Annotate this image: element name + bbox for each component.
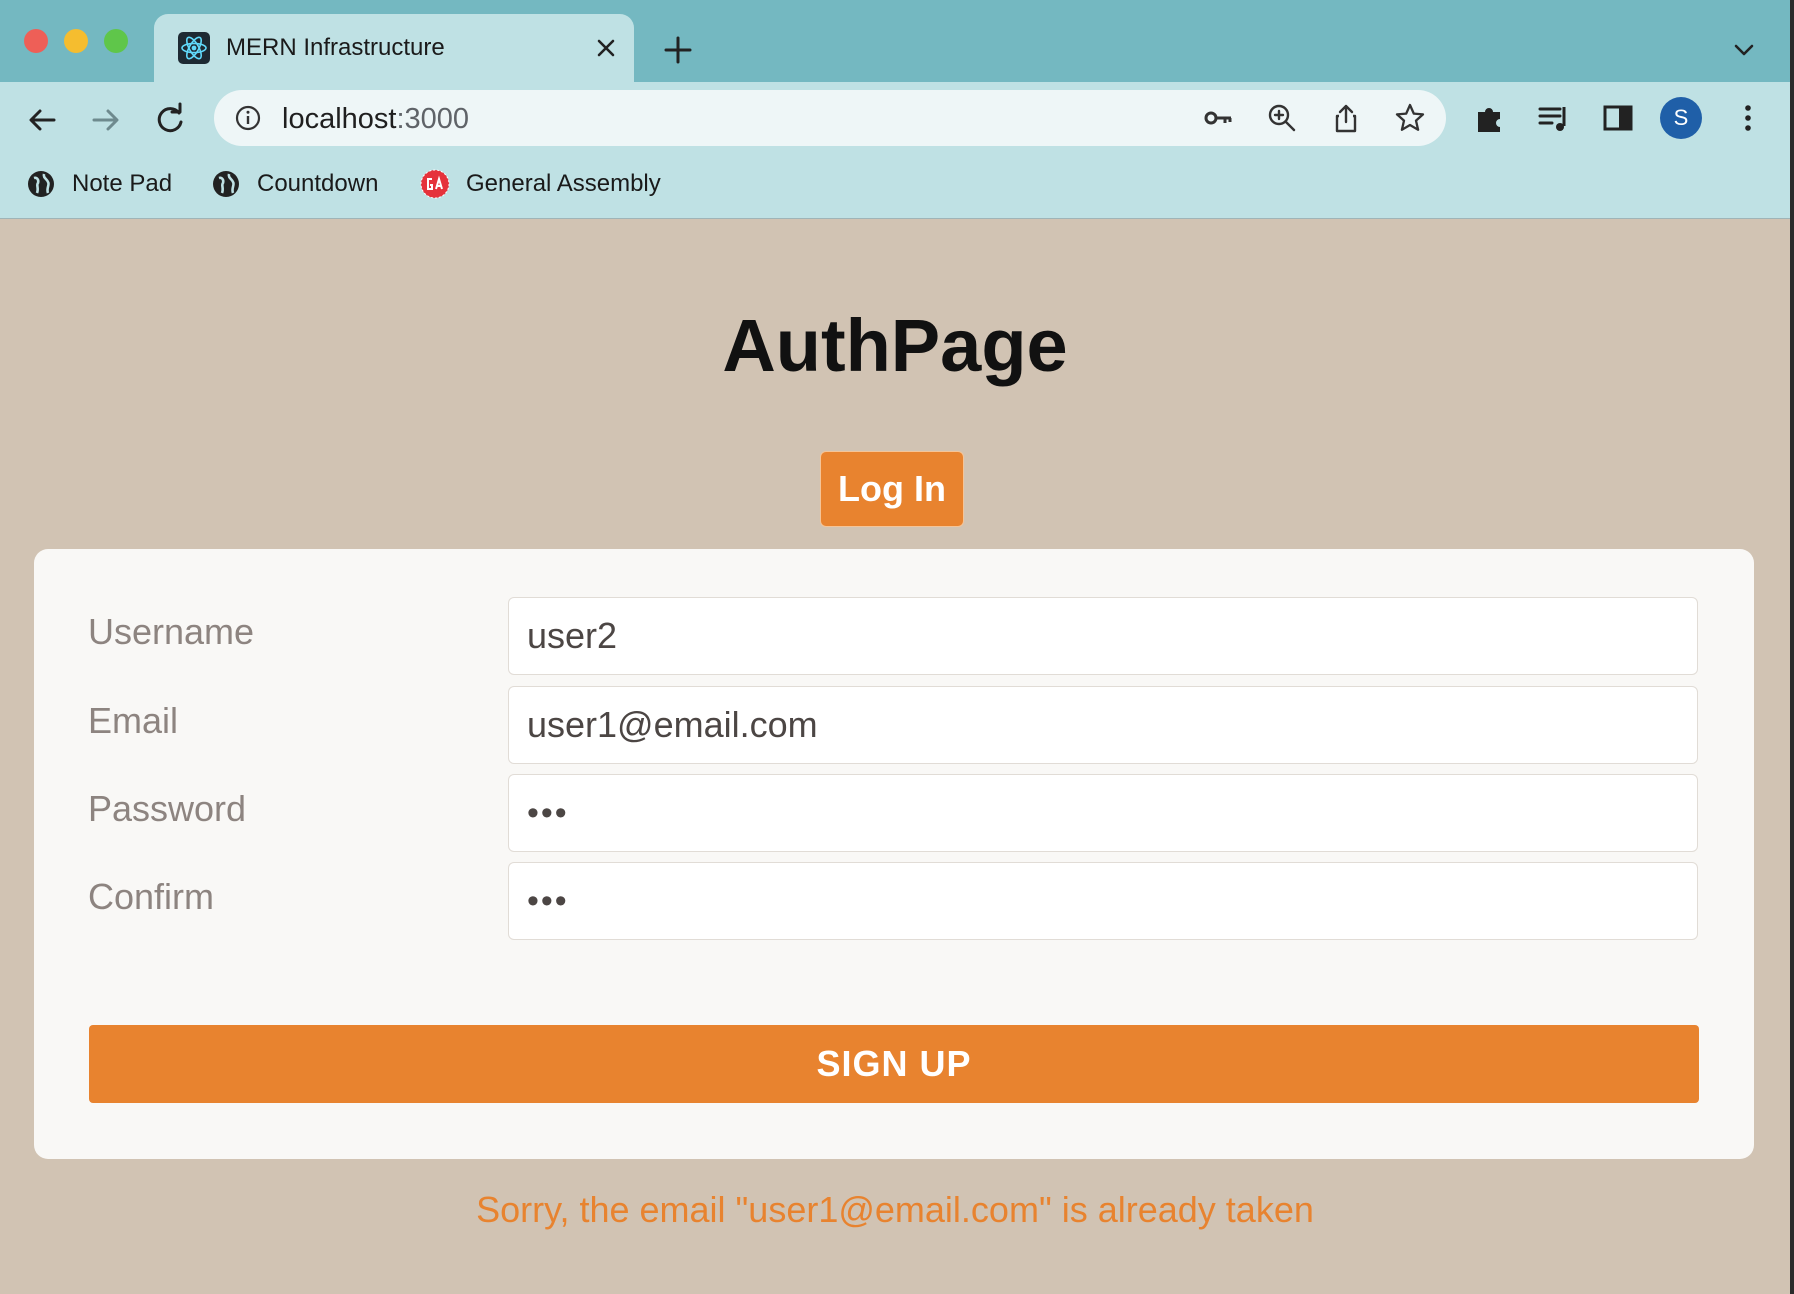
email-label: Email [88, 700, 179, 741]
globe-icon [28, 171, 54, 197]
email-input[interactable]: user1@email.com [508, 686, 1698, 764]
address-bar[interactable]: localhost:3000 [214, 90, 1446, 146]
page-title: AuthPage [722, 304, 1068, 387]
password-input[interactable]: ••• [508, 774, 1698, 852]
bookmark-general-assembly[interactable]: General Assembly [420, 164, 661, 204]
tab-title: MERN Infrastructure [226, 34, 445, 61]
chevron-down-icon[interactable] [1728, 34, 1760, 66]
confirm-label: Confirm [88, 876, 215, 917]
info-icon[interactable] [234, 104, 262, 132]
url-text: localhost:3000 [282, 103, 469, 136]
media-queue-icon[interactable] [1536, 100, 1572, 136]
confirm-password-input[interactable]: ••• [508, 862, 1698, 940]
signup-form-card: Username user2 Email user1@email.com Pas… [34, 549, 1754, 1159]
url-port: :3000 [396, 103, 470, 135]
key-icon[interactable] [1202, 102, 1234, 134]
maximize-window-button[interactable] [104, 29, 128, 53]
browser-window: MERN Infrastructure localhost:3000 S Not… [0, 0, 1790, 1294]
password-label: Password [88, 788, 247, 829]
more-menu-icon[interactable] [1730, 100, 1766, 136]
close-icon[interactable] [590, 32, 622, 64]
profile-avatar[interactable]: S [1660, 97, 1702, 139]
side-panel-icon[interactable] [1600, 100, 1636, 136]
extensions-puzzle-icon[interactable] [1472, 100, 1508, 136]
minimize-window-button[interactable] [64, 29, 88, 53]
globe-icon [213, 171, 239, 197]
page-content: AuthPage Log In Username user2 Email use… [0, 219, 1790, 1294]
tab-mern-infrastructure[interactable]: MERN Infrastructure [154, 14, 634, 82]
share-icon[interactable] [1330, 102, 1362, 134]
bookmark-label: Note Pad [72, 170, 173, 197]
username-label: Username [88, 611, 255, 652]
login-button[interactable]: Log In [820, 451, 964, 527]
username-input[interactable]: user2 [508, 597, 1698, 675]
bookmark-label: Countdown [257, 170, 379, 197]
error-message: Sorry, the email "user1@email.com" is al… [476, 1189, 1314, 1230]
url-host: localhost [282, 103, 397, 135]
react-logo-icon [178, 32, 210, 64]
back-arrow-icon[interactable] [20, 98, 64, 142]
bookmark-label: General Assembly [466, 170, 661, 197]
screen-edge [1790, 0, 1794, 1294]
bookmark-countdown[interactable]: Countdown [211, 164, 378, 204]
tab-strip: MERN Infrastructure [0, 0, 1790, 82]
forward-arrow-icon[interactable] [84, 98, 128, 142]
close-window-button[interactable] [24, 29, 48, 53]
ga-logo-icon [420, 169, 450, 199]
reload-icon[interactable] [148, 98, 192, 142]
bookmark-note-pad[interactable]: Note Pad [26, 164, 172, 204]
zoom-icon[interactable] [1266, 102, 1298, 134]
star-icon[interactable] [1394, 102, 1426, 134]
browser-toolbar: localhost:3000 S Note Pad Countdown Gene… [0, 82, 1790, 219]
signup-button[interactable]: SIGN UP [89, 1025, 1699, 1103]
new-tab-plus-icon[interactable] [658, 30, 698, 70]
